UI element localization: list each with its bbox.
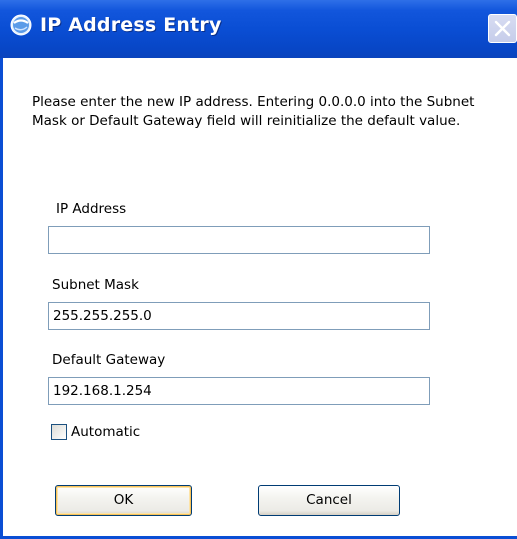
- close-icon: [494, 20, 511, 37]
- window-frame-left: [0, 58, 3, 539]
- automatic-checkbox[interactable]: [51, 424, 67, 440]
- ok-button[interactable]: OK: [55, 485, 192, 516]
- automatic-checkbox-label[interactable]: Automatic: [71, 424, 140, 440]
- ip-address-label: IP Address: [56, 201, 127, 217]
- ip-address-input[interactable]: [48, 226, 430, 254]
- cancel-button[interactable]: Cancel: [258, 485, 400, 516]
- subnet-mask-label: Subnet Mask: [52, 277, 139, 293]
- ip-address-entry-dialog: IP Address Entry Please enter the new IP…: [0, 0, 517, 539]
- title-bar[interactable]: IP Address Entry: [0, 0, 517, 58]
- default-gateway-input[interactable]: [48, 377, 430, 405]
- subnet-mask-input[interactable]: [48, 302, 430, 330]
- close-button[interactable]: [488, 14, 517, 43]
- default-gateway-label: Default Gateway: [52, 352, 166, 368]
- window-title: IP Address Entry: [40, 14, 222, 36]
- globe-icon: [10, 14, 32, 36]
- instructions-text: Please enter the new IP address. Enterin…: [32, 94, 475, 129]
